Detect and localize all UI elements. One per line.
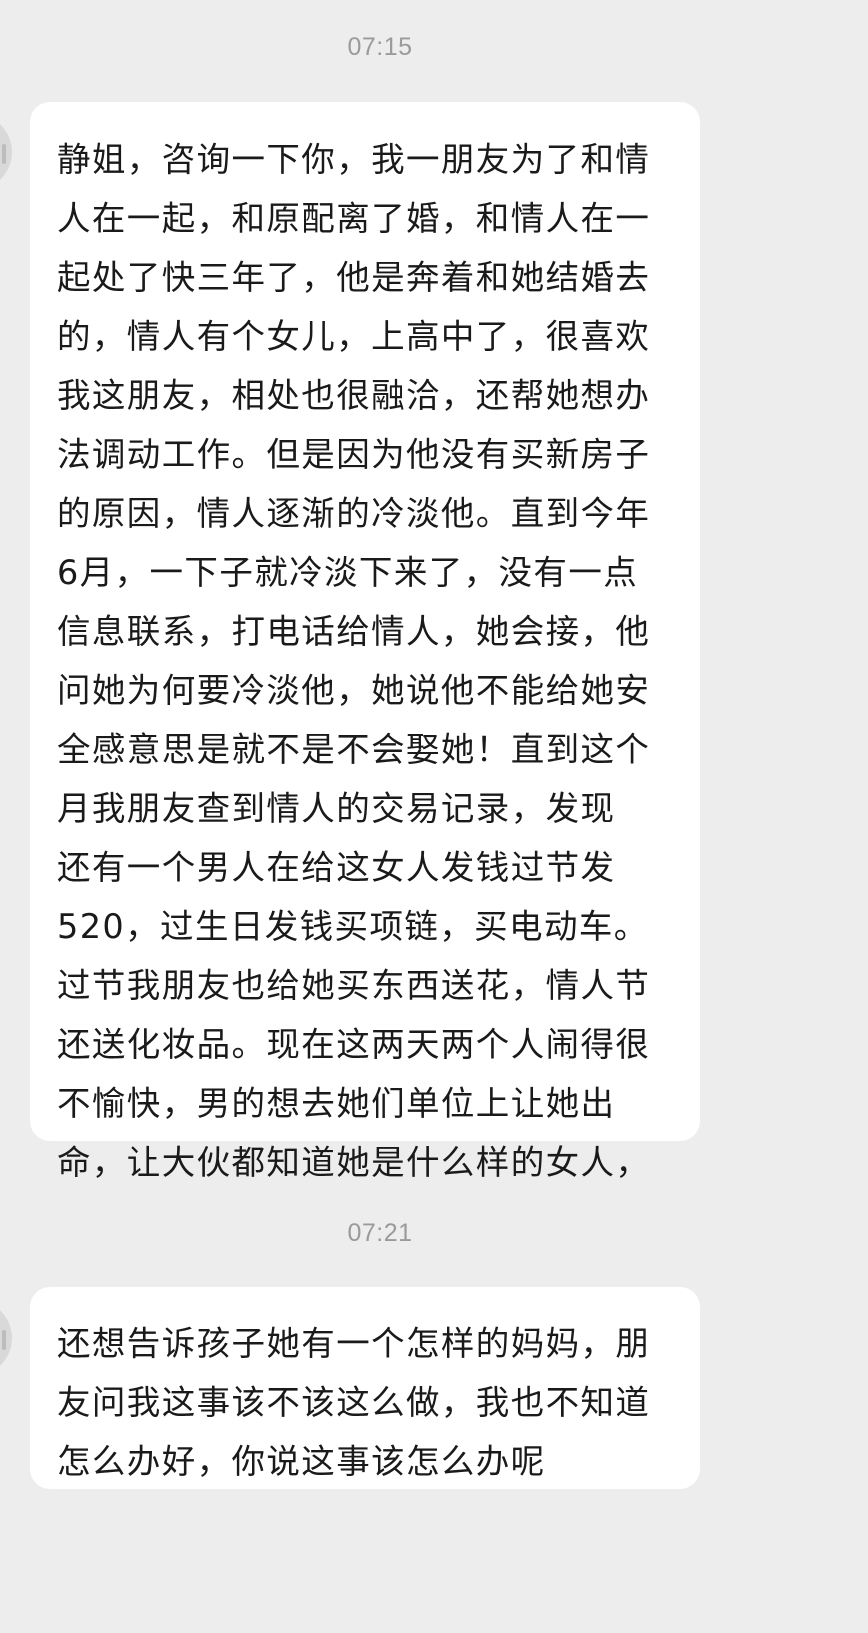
message-timestamp: 07:21 [347,1219,413,1247]
sender-avatar[interactable] [0,114,12,190]
message-timestamp: 07:15 [347,33,413,61]
sender-avatar[interactable] [0,1300,12,1376]
message-bubble[interactable]: 还想告诉孩子她有一个怎样的妈妈，朋 友问我这事该不该这么做，我也不知道 怎么办好… [30,1287,700,1489]
message-bubble[interactable]: 静姐，咨询一下你，我一朋友为了和情 人在一起，和原配离了婚，和情人在一 起处了快… [30,102,700,1182]
